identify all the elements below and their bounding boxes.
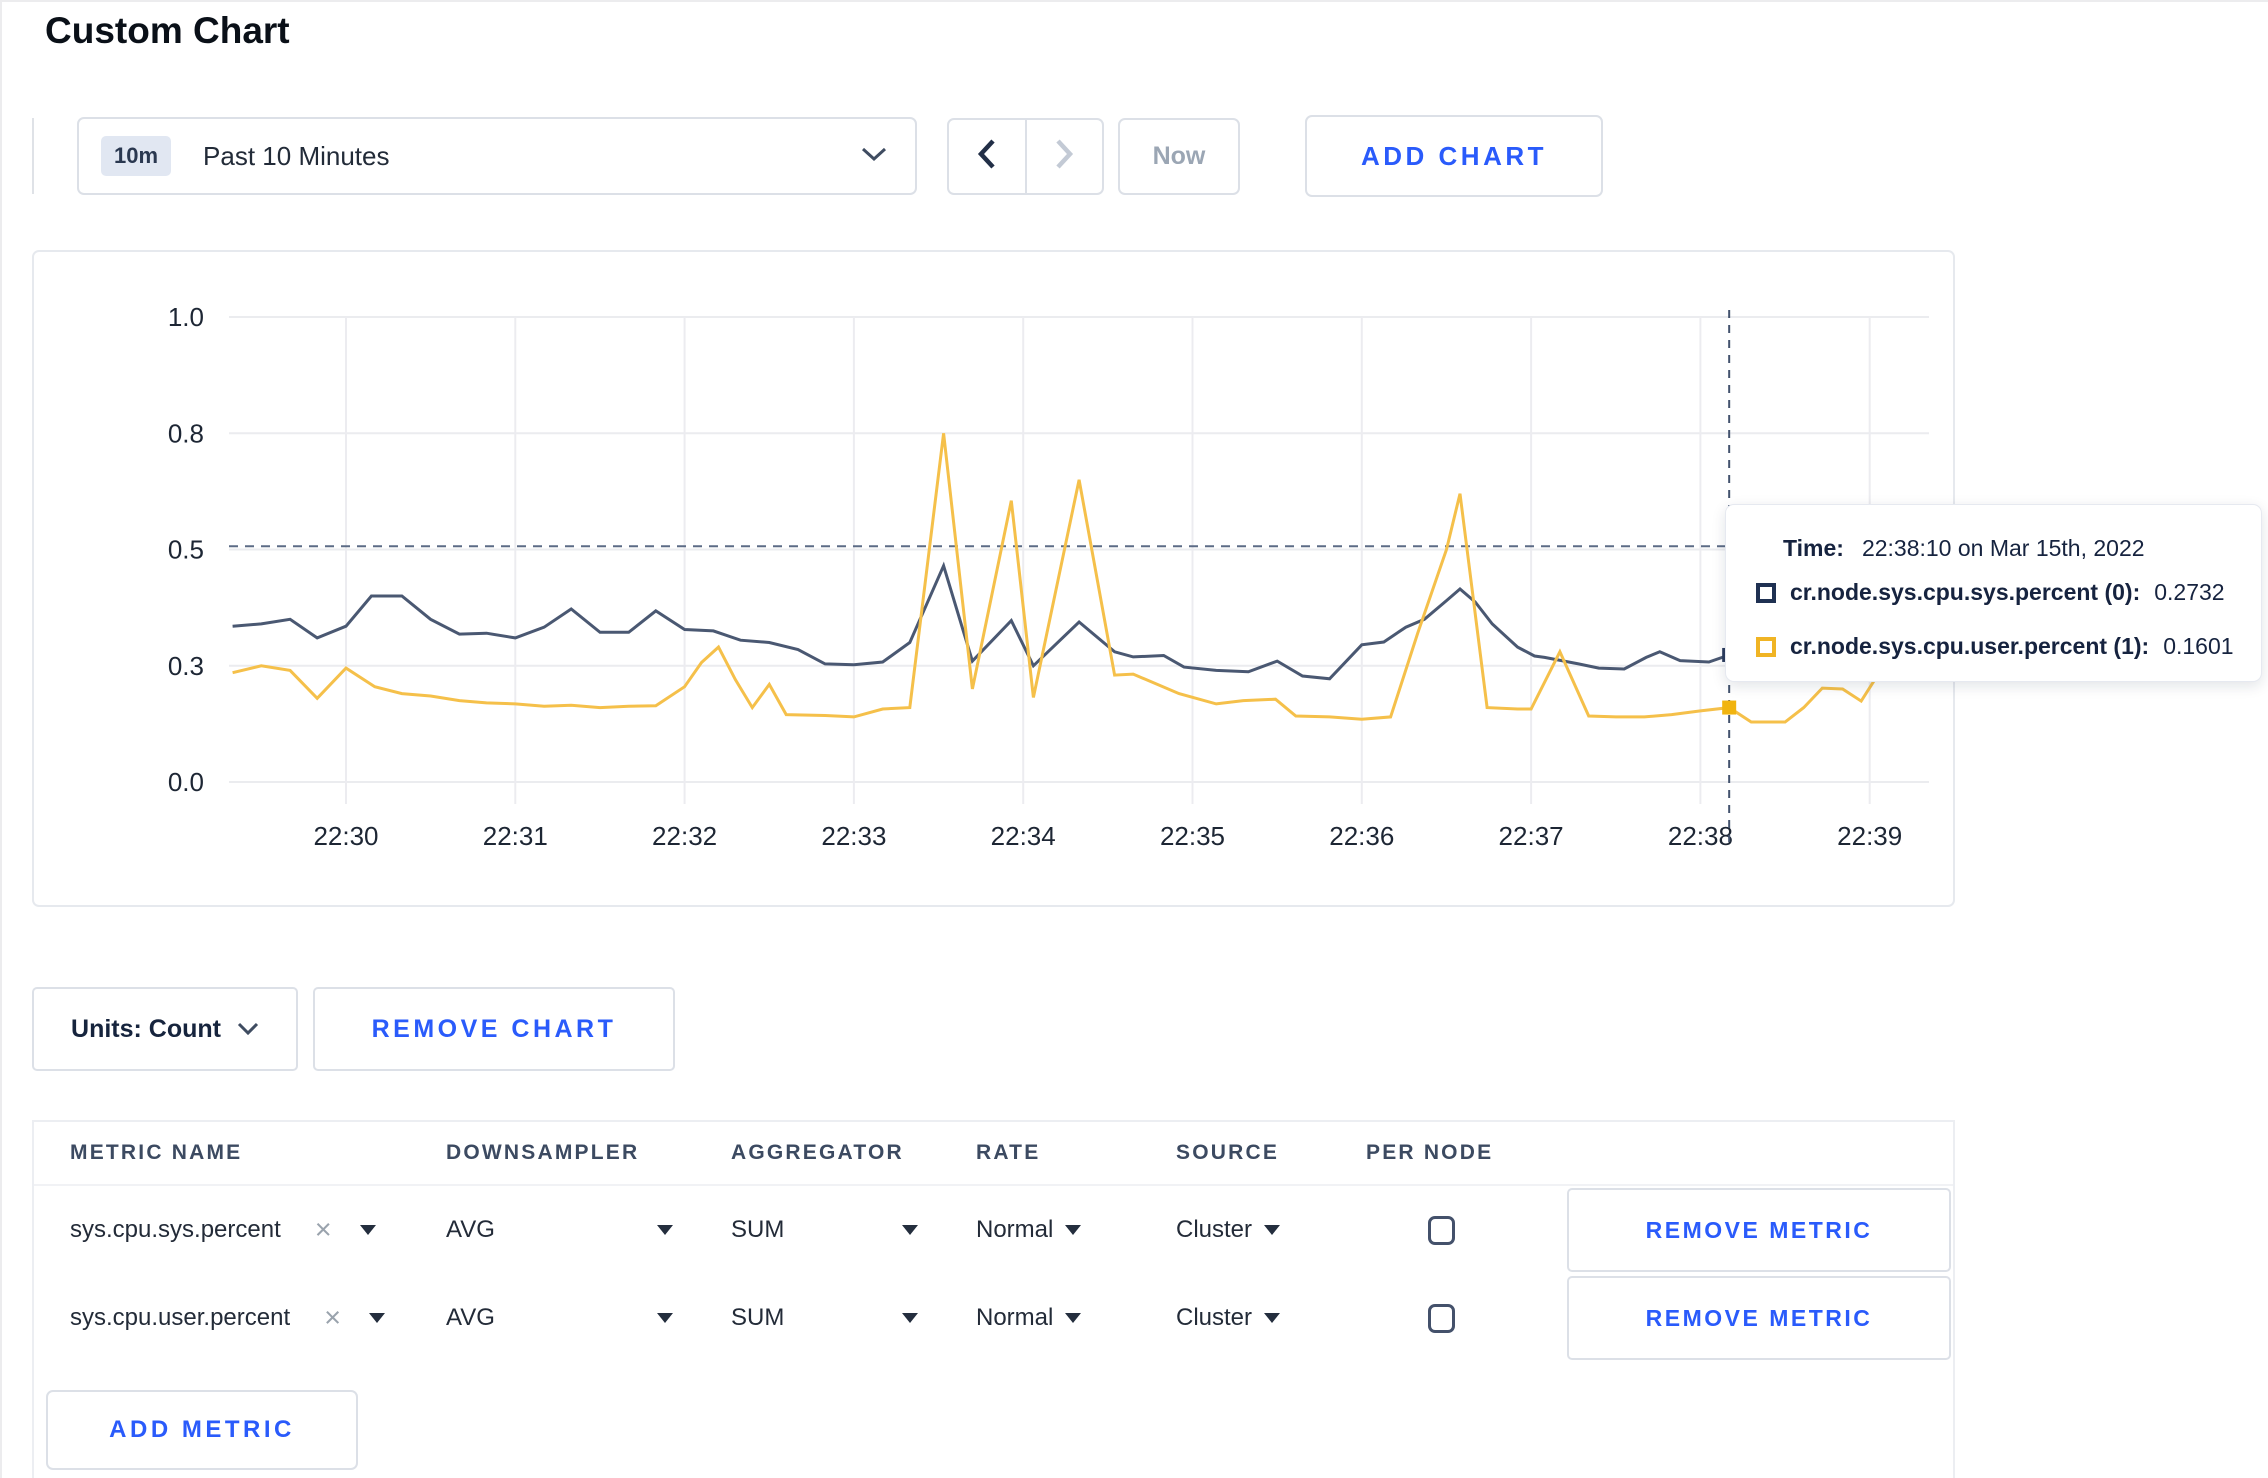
source-select[interactable]: Cluster: [1176, 1304, 1366, 1332]
svg-text:22:32: 22:32: [652, 821, 717, 851]
tooltip-series-value: 0.2732: [2154, 579, 2225, 605]
metric-name-value: sys.cpu.sys.percent: [70, 1216, 281, 1243]
svg-text:22:39: 22:39: [1837, 821, 1902, 851]
svg-text:22:31: 22:31: [483, 821, 548, 851]
col-aggregator: AGGREGATOR: [731, 1141, 904, 1164]
per-node-checkbox[interactable]: [1428, 1303, 1455, 1333]
tooltip-series-name: cr.node.sys.cpu.sys.percent (0):: [1790, 579, 2141, 605]
metrics-table: METRIC NAME DOWNSAMPLER AGGREGATOR RATE …: [32, 1120, 1955, 1478]
svg-text:22:34: 22:34: [991, 821, 1056, 851]
dropdown-arrow-icon: [1264, 1313, 1281, 1323]
rate-select[interactable]: Normal: [976, 1216, 1176, 1244]
tooltip-series-name: cr.node.sys.cpu.user.percent (1):: [1790, 633, 2150, 659]
per-node-checkbox[interactable]: [1428, 1215, 1455, 1245]
svg-text:22:30: 22:30: [313, 821, 378, 851]
aggregator-select[interactable]: SUM: [731, 1216, 976, 1244]
chevron-down-icon: [237, 1022, 259, 1036]
next-time-button[interactable]: [1024, 120, 1103, 193]
metric-name-value: sys.cpu.user.percent: [70, 1304, 291, 1331]
svg-text:0.3: 0.3: [168, 651, 204, 681]
svg-text:22:33: 22:33: [821, 821, 886, 851]
col-source: SOURCE: [1176, 1141, 1280, 1164]
tooltip-time-label: Time:: [1783, 535, 1844, 561]
time-window-badge: 10m: [101, 136, 172, 176]
clear-metric-icon[interactable]: ×: [324, 1303, 341, 1333]
svg-text:22:36: 22:36: [1329, 821, 1394, 851]
add-chart-button[interactable]: ADD CHART: [1305, 115, 1603, 197]
col-metric-name: METRIC NAME: [70, 1141, 243, 1164]
downsampler-select[interactable]: AVG: [446, 1304, 731, 1332]
col-per-node: PER NODE: [1366, 1141, 1494, 1164]
remove-metric-button[interactable]: REMOVE METRIC: [1567, 1276, 1951, 1360]
dropdown-arrow-icon: [657, 1225, 673, 1235]
page-title: Custom Chart: [45, 10, 290, 51]
table-row: sys.cpu.user.percent × AVG SUM Normal Cl…: [34, 1274, 1953, 1362]
series-swatch-sys-icon: [1756, 582, 1776, 603]
dropdown-arrow-icon: [1065, 1313, 1082, 1323]
tooltip-series-value: 0.1601: [2163, 633, 2234, 659]
col-rate: RATE: [976, 1141, 1041, 1164]
source-value: Cluster: [1176, 1304, 1253, 1331]
dropdown-arrow-icon: [657, 1313, 673, 1323]
dropdown-arrow-icon[interactable]: [359, 1225, 376, 1235]
time-nav-group: [947, 118, 1104, 195]
series-swatch-user-icon: [1756, 636, 1776, 657]
metric-name-select[interactable]: sys.cpu.sys.percent ×: [70, 1215, 446, 1245]
col-downsampler: DOWNSAMPLER: [446, 1141, 640, 1164]
downsampler-select[interactable]: AVG: [446, 1216, 731, 1244]
svg-text:0.0: 0.0: [168, 767, 204, 797]
dropdown-arrow-icon: [1264, 1225, 1281, 1235]
tooltip-series-row: cr.node.sys.cpu.user.percent (1): 0.1601: [1756, 633, 2234, 660]
chevron-right-icon: [1054, 139, 1074, 174]
chart-tooltip: Time: 22:38:10 on Mar 15th, 2022 cr.node…: [1725, 504, 2262, 682]
svg-text:22:38: 22:38: [1668, 821, 1733, 851]
aggregator-value: SUM: [731, 1216, 785, 1243]
metrics-line-chart[interactable]: 0.0 0.3 0.5 0.8 1.0 22:30 22:31 22:32 22:33 22:34…: [34, 252, 1953, 905]
aggregator-value: SUM: [731, 1304, 785, 1331]
clear-metric-icon[interactable]: ×: [315, 1215, 332, 1245]
table-row: sys.cpu.sys.percent × AVG SUM Normal Clu…: [34, 1186, 1953, 1274]
aggregator-select[interactable]: SUM: [731, 1304, 976, 1332]
downsampler-value: AVG: [446, 1304, 495, 1331]
svg-text:1.0: 1.0: [168, 302, 204, 332]
rate-value: Normal: [976, 1304, 1054, 1331]
units-dropdown[interactable]: Units: Count: [32, 987, 298, 1071]
time-range-dropdown[interactable]: 10m Past 10 Minutes: [77, 117, 917, 195]
source-select[interactable]: Cluster: [1176, 1216, 1366, 1244]
svg-text:22:37: 22:37: [1499, 821, 1564, 851]
dropdown-arrow-icon: [902, 1313, 918, 1323]
tooltip-time-row: Time: 22:38:10 on Mar 15th, 2022: [1783, 535, 2145, 562]
chevron-left-icon: [977, 139, 997, 174]
tooltip-series-row: cr.node.sys.cpu.sys.percent (0): 0.2732: [1756, 579, 2225, 606]
chart-card: 0.0 0.3 0.5 0.8 1.0 22:30 22:31 22:32 22:33 22:34…: [32, 250, 1955, 907]
dropdown-arrow-icon: [1065, 1225, 1082, 1235]
time-window-label: Past 10 Minutes: [203, 140, 390, 171]
units-label: Units: Count: [71, 1014, 221, 1043]
remove-metric-button[interactable]: REMOVE METRIC: [1567, 1188, 1951, 1272]
dropdown-arrow-icon[interactable]: [369, 1313, 386, 1323]
tooltip-time-value: 22:38:10 on Mar 15th, 2022: [1861, 535, 2145, 561]
dropdown-arrow-icon: [902, 1225, 918, 1235]
prev-time-button[interactable]: [949, 120, 1025, 193]
metrics-table-header: METRIC NAME DOWNSAMPLER AGGREGATOR RATE …: [34, 1122, 1953, 1186]
rate-select[interactable]: Normal: [976, 1304, 1176, 1332]
now-button[interactable]: Now: [1118, 118, 1240, 195]
svg-text:0.5: 0.5: [168, 535, 204, 565]
rate-value: Normal: [976, 1216, 1054, 1243]
downsampler-value: AVG: [446, 1216, 495, 1243]
toolbar-divider: [32, 118, 34, 194]
metric-name-select[interactable]: sys.cpu.user.percent ×: [70, 1303, 446, 1333]
remove-chart-button[interactable]: REMOVE CHART: [313, 987, 675, 1071]
svg-text:0.8: 0.8: [168, 418, 204, 448]
add-metric-button[interactable]: ADD METRIC: [46, 1390, 358, 1470]
chevron-down-icon: [861, 146, 887, 167]
source-value: Cluster: [1176, 1216, 1253, 1243]
svg-text:22:35: 22:35: [1160, 821, 1225, 851]
